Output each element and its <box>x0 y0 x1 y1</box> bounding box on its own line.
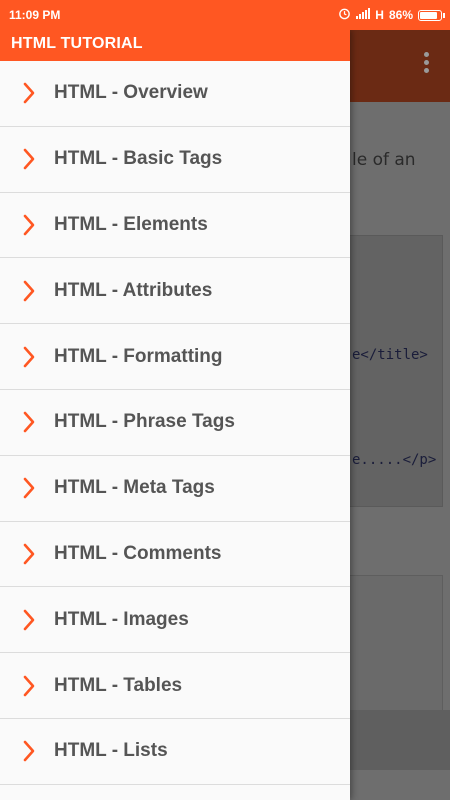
drawer-menu-item-label: HTML - Lists <box>54 740 168 762</box>
drawer-title: HTML TUTORIAL <box>0 30 350 61</box>
alarm-icon <box>338 7 351 23</box>
chevron-right-icon <box>22 477 36 499</box>
drawer-menu-item[interactable]: HTML - Phrase Tags <box>0 390 350 456</box>
chevron-right-icon <box>22 543 36 565</box>
status-time: 11:09 PM <box>9 8 61 22</box>
chevron-right-icon <box>22 675 36 697</box>
drawer-menu-item-label: HTML - Overview <box>54 82 208 104</box>
chevron-right-icon <box>22 82 36 104</box>
drawer-menu-item-label: HTML - Formatting <box>54 345 223 367</box>
more-options-icon[interactable] <box>424 52 430 76</box>
chevron-right-icon <box>22 346 36 368</box>
drawer-menu-item[interactable]: HTML - Tables <box>0 653 350 719</box>
drawer-menu-item-label: HTML - Images <box>54 608 189 630</box>
drawer-menu-item-label: HTML - Comments <box>54 542 222 564</box>
drawer-menu-item[interactable]: HTML - Attributes <box>0 258 350 325</box>
drawer-menu-item[interactable]: HTML - Images <box>0 587 350 654</box>
battery-icon <box>418 9 445 21</box>
background-code-line: e.....</p> <box>352 452 437 468</box>
drawer-menu-item-label: HTML - Meta Tags <box>54 477 215 499</box>
drawer-menu-item[interactable]: HTML - Formatting <box>0 324 350 390</box>
status-icons: H 86% <box>338 7 445 23</box>
background-paragraph: le of an <box>352 150 416 170</box>
drawer-menu-list: HTML - Overview HTML - Basic Tags HTML - E… <box>0 61 350 785</box>
network-type: H <box>375 8 384 22</box>
drawer-menu-item[interactable]: HTML - Lists <box>0 719 350 785</box>
battery-percent: 86% <box>388 8 413 22</box>
status-bar: 11:09 PM H 86% <box>0 0 450 30</box>
chevron-right-icon <box>22 740 36 762</box>
drawer-menu-item[interactable]: HTML - Elements <box>0 193 350 259</box>
chevron-right-icon <box>22 411 36 433</box>
drawer-menu-item[interactable]: HTML - Meta Tags <box>0 456 350 522</box>
signal-icon <box>356 8 371 22</box>
drawer-menu-item-label: HTML - Phrase Tags <box>54 411 235 433</box>
drawer-menu-item[interactable]: HTML - Basic Tags <box>0 127 350 193</box>
drawer-menu-item[interactable]: HTML - Overview <box>0 61 350 127</box>
chevron-right-icon <box>22 609 36 631</box>
chevron-right-icon <box>22 280 36 302</box>
navigation-drawer: HTML TUTORIAL HTML - Overview HTML - Basi… <box>0 30 350 800</box>
background-code-line: e</title> <box>352 347 428 363</box>
battery-fill <box>420 11 438 19</box>
drawer-menu-item-label: HTML - Elements <box>54 213 208 235</box>
drawer-menu-item-label: HTML - Attributes <box>54 279 213 301</box>
drawer-menu-item-label: HTML - Tables <box>54 674 183 696</box>
chevron-right-icon <box>22 148 36 170</box>
drawer-menu-item[interactable]: HTML - Comments <box>0 522 350 588</box>
drawer-menu-item-label: HTML - Basic Tags <box>54 148 223 170</box>
chevron-right-icon <box>22 214 36 236</box>
